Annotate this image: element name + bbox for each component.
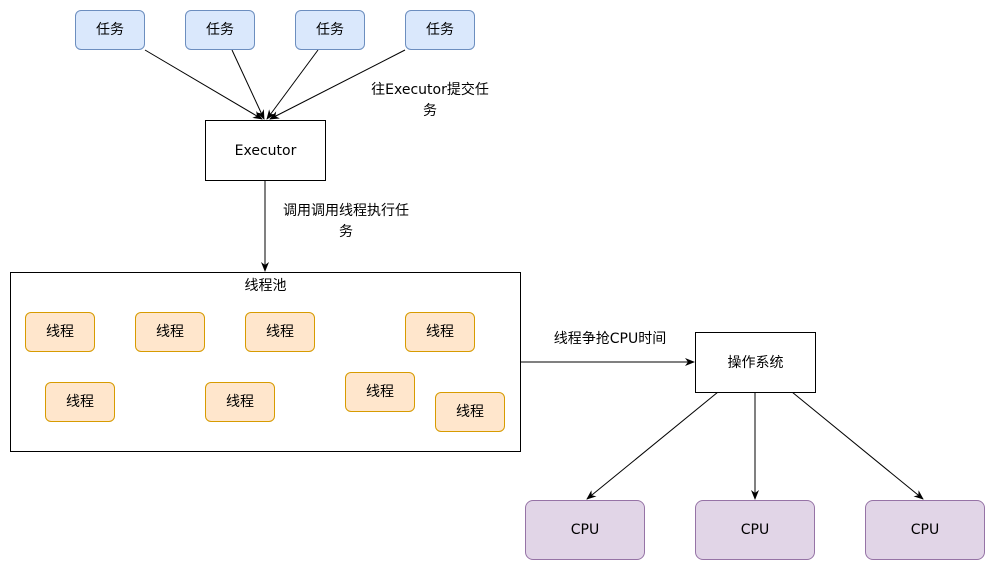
thread-label: 线程 [226,394,254,410]
edge-task1-executor [144,49,263,120]
os-node: 操作系统 [695,332,816,393]
thread-label: 线程 [426,324,454,340]
thread-label: 线程 [66,394,94,410]
invoke-edge-label-line1: 调用调用线程执行任 [283,203,409,219]
task-label: 任务 [316,22,344,38]
invoke-edge-label-line2: 务 [339,224,353,240]
executor-node: Executor [205,120,326,181]
submit-edge-label: 往Executor提交任 务 [362,80,498,122]
cpu-label: CPU [910,522,940,538]
task-node-4: 任务 [405,10,475,50]
edge-os-cpu1 [586,391,719,500]
task-label: 任务 [206,22,234,38]
thread-label: 线程 [456,404,484,420]
cpu-node-2: CPU [695,500,815,560]
edge-task3-executor [266,49,319,120]
cpu-node-3: CPU [865,500,985,560]
task-node-1: 任务 [75,10,145,50]
compete-edge-label-text: 线程争抢CPU时间 [553,331,667,347]
thread-label: 线程 [366,384,394,400]
cpu-label: CPU [740,522,770,538]
cpu-node-1: CPU [525,500,645,560]
edge-os-cpu3 [791,391,924,500]
submit-edge-label-line2: 务 [423,103,437,119]
thread-node-5: 线程 [45,382,115,422]
thread-node-7: 线程 [345,372,415,412]
thread-label: 线程 [266,324,294,340]
thread-node-3: 线程 [245,312,315,352]
cpu-label: CPU [570,522,600,538]
thread-node-4: 线程 [405,312,475,352]
task-label: 任务 [426,22,454,38]
task-node-2: 任务 [185,10,255,50]
thread-label: 线程 [46,324,74,340]
edge-task2-executor [231,49,265,120]
thread-node-2: 线程 [135,312,205,352]
thread-node-8: 线程 [435,392,505,432]
executor-label: Executor [234,142,297,159]
task-node-3: 任务 [295,10,365,50]
thread-pool-title: 线程池 [244,278,287,294]
thread-node-6: 线程 [205,382,275,422]
thread-label: 线程 [156,324,184,340]
os-label: 操作系统 [727,354,784,371]
invoke-edge-label: 调用调用线程执行任 务 [270,201,422,243]
compete-edge-label: 线程争抢CPU时间 [540,329,680,350]
thread-node-1: 线程 [25,312,95,352]
submit-edge-label-line1: 往Executor提交任 [371,82,489,98]
task-label: 任务 [96,22,124,38]
